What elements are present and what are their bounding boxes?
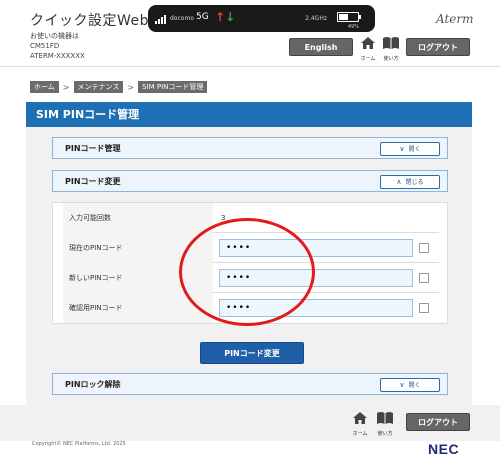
section-pin-unlock[interactable]: PINロック解除 ∨ 開く (52, 373, 448, 395)
show-new-pin-checkbox[interactable] (419, 273, 429, 283)
logout-button[interactable]: ログアウト (406, 38, 470, 56)
form-row-attempts: 入力可能回数 3 (63, 203, 439, 233)
breadcrumb-maintenance[interactable]: メンテナンス (73, 81, 124, 93)
logout-button[interactable]: ログアウト (406, 413, 470, 431)
close-button[interactable]: ∧ 閉じる (380, 175, 440, 189)
manual-book-icon[interactable]: 使い方 (381, 35, 401, 62)
english-button[interactable]: English (289, 38, 353, 56)
nec-logo: NEC (428, 441, 460, 457)
breadcrumb-home[interactable]: ホーム (30, 81, 59, 93)
open-button[interactable]: ∨ 開く (380, 378, 440, 392)
battery-percent: 49% (347, 24, 359, 30)
section-label: PINコード管理 (65, 144, 121, 153)
data-transfer-icon: ↑↓ (215, 10, 236, 24)
aterm-logo: Aterm (436, 12, 474, 26)
device-label: お使いの機器は CM51FD ATERM-XXXXXX (30, 32, 85, 60)
attempts-label: 入力可能回数 (63, 203, 213, 233)
footer-bar: ホーム 使い方 ログアウト (0, 405, 500, 441)
home-icon[interactable]: ホーム (358, 35, 378, 62)
breadcrumb: ホーム > メンテナンス > SIM PINコード管理 (30, 81, 208, 93)
chevron-up-icon: ∧ (396, 178, 402, 186)
open-button[interactable]: ∨ 開く (380, 142, 440, 156)
form-row-confirm-pin: 確認用PINコード •••• (63, 293, 439, 323)
pin-change-form: 入力可能回数 3 現在のPINコード •••• 新しいPINコード •••• 確… (52, 202, 448, 324)
wifi-band: 2.4GHz (305, 15, 327, 22)
carrier-name: docomo (170, 15, 194, 22)
network-type: 5G (196, 12, 209, 22)
new-pin-label: 新しいPINコード (63, 263, 213, 293)
brand-title: クイック設定Web (30, 13, 150, 29)
section-label: PINコード変更 (65, 177, 121, 186)
signal-icon (155, 14, 166, 24)
copyright: Copyright© NEC Platforms, Ltd. 2025 (32, 441, 126, 447)
change-pin-button[interactable]: PINコード変更 (200, 342, 304, 364)
chevron-down-icon: ∨ (399, 381, 405, 389)
home-icon[interactable]: ホーム (350, 410, 370, 437)
manual-book-icon[interactable]: 使い方 (375, 410, 395, 437)
current-pin-input[interactable]: •••• (219, 239, 413, 257)
page-title: SIM PINコード管理 (26, 102, 472, 127)
show-confirm-pin-checkbox[interactable] (419, 303, 429, 313)
chevron-down-icon: ∨ (399, 145, 405, 153)
header-divider (0, 66, 500, 67)
section-pin-change[interactable]: PINコード変更 ∧ 閉じる (52, 170, 448, 192)
section-pin-manage[interactable]: PINコード管理 ∨ 開く (52, 137, 448, 159)
section-label: PINロック解除 (65, 380, 121, 389)
device-status-bar: docomo 5G ↑↓ 2.4GHz 49% (148, 5, 375, 32)
confirm-pin-label: 確認用PINコード (63, 293, 213, 323)
form-row-new-pin: 新しいPINコード •••• (63, 263, 439, 293)
header: クイック設定Web お使いの機器は CM51FD ATERM-XXXXXX do… (0, 0, 500, 74)
main-panel: SIM PINコード管理 PINコード管理 ∨ 開く PINコード変更 ∧ 閉じる … (26, 102, 472, 405)
form-row-current-pin: 現在のPINコード •••• (63, 233, 439, 263)
new-pin-input[interactable]: •••• (219, 269, 413, 287)
attempts-value: 3 (221, 214, 226, 222)
show-current-pin-checkbox[interactable] (419, 243, 429, 253)
breadcrumb-current: SIM PINコード管理 (138, 81, 208, 93)
current-pin-label: 現在のPINコード (63, 233, 213, 263)
confirm-pin-input[interactable]: •••• (219, 299, 413, 317)
battery-icon: 49% (325, 10, 365, 30)
